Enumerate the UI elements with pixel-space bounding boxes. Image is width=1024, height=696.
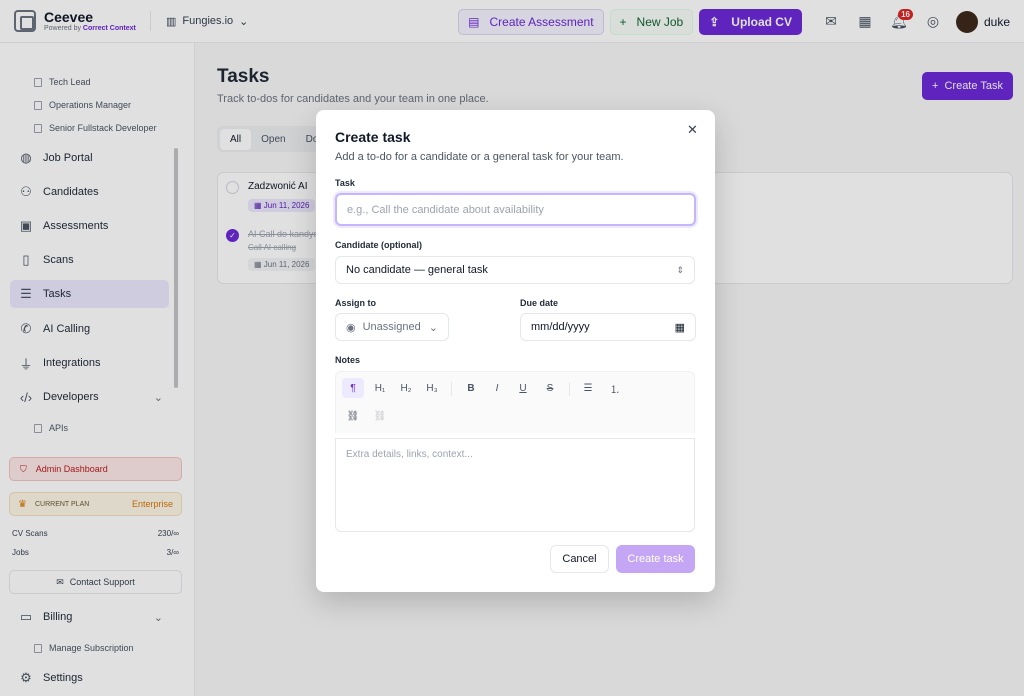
strikethrough-icon[interactable]: S	[539, 378, 561, 398]
notes-toolbar: ¶ H₁ H₂ H₃ B I U S ☰ ⒈ ⛓ ⛓	[335, 371, 695, 433]
dialog-description: Add a to-do for a candidate or a general…	[335, 151, 624, 163]
create-task-submit-button[interactable]: Create task	[616, 545, 695, 573]
close-icon[interactable]: ✕	[687, 122, 698, 138]
create-task-dialog: Create task Add a to-do for a candidate …	[316, 110, 715, 592]
cancel-button[interactable]: Cancel	[550, 545, 609, 573]
task-placeholder: e.g., Call the candidate about availabil…	[347, 203, 544, 216]
assign-select[interactable]: ◉ Unassigned ⌄	[335, 313, 449, 341]
bold-icon[interactable]: B	[460, 378, 482, 398]
chevron-down-icon: ⌄	[428, 321, 438, 334]
paragraph-icon[interactable]: ¶	[342, 378, 364, 398]
calendar-icon[interactable]: ▦	[675, 321, 685, 334]
numbered-list-icon[interactable]: ⒈	[604, 378, 626, 398]
user-icon: ◉	[346, 321, 356, 334]
heading-2-icon[interactable]: H₂	[395, 378, 417, 398]
chevron-updown-icon: ⇕	[676, 264, 684, 275]
task-input[interactable]: e.g., Call the candidate about availabil…	[335, 193, 696, 226]
assign-value: Unassigned	[362, 321, 421, 333]
heading-3-icon[interactable]: H₃	[421, 378, 443, 398]
dialog-title: Create task	[335, 129, 411, 145]
due-date-value: mm/dd/yyyy	[531, 321, 590, 333]
due-date-input[interactable]: mm/dd/yyyy ▦	[520, 313, 696, 341]
notes-editor[interactable]: Extra details, links, context...	[335, 438, 695, 532]
candidate-value: No candidate — general task	[346, 264, 488, 276]
notes-placeholder: Extra details, links, context...	[346, 449, 473, 460]
italic-icon[interactable]: I	[486, 378, 508, 398]
candidate-label: Candidate (optional)	[335, 240, 422, 250]
unlink-icon[interactable]: ⛓	[369, 406, 391, 426]
notes-label: Notes	[335, 355, 361, 365]
assign-label: Assign to	[335, 298, 377, 308]
underline-icon[interactable]: U	[512, 378, 534, 398]
link-icon[interactable]: ⛓	[342, 406, 364, 426]
task-label: Task	[335, 178, 355, 188]
bullet-list-icon[interactable]: ☰	[577, 378, 599, 398]
candidate-select[interactable]: No candidate — general task ⇕	[335, 256, 695, 284]
toolbar-divider	[569, 382, 570, 396]
toolbar-divider	[451, 382, 452, 396]
heading-1-icon[interactable]: H₁	[369, 378, 391, 398]
due-date-label: Due date	[520, 298, 559, 308]
